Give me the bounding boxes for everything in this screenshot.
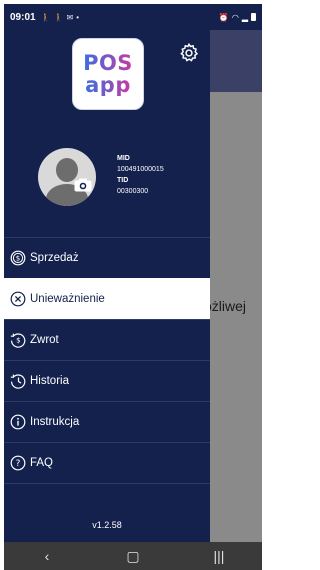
mid-value: 100491000015 [117, 166, 164, 173]
history-icon [10, 374, 26, 389]
phone-screen: 09:01 🚶 🚶 ✉ • ⏰ ◠ ▂ ożliwej POS app MID … [0, 0, 266, 570]
navigation-drawer: POS app MID 100491000015 TID 00300300 $ … [4, 30, 210, 542]
camera-icon[interactable] [74, 178, 92, 192]
system-nav-bar: ‹ ▢ ||| [4, 542, 262, 570]
menu-item-sprzedaz[interactable]: $ Sprzedaż [4, 237, 210, 278]
drawer-menu: $ Sprzedaż Unieważnienie $ Zwrot Histori… [4, 237, 210, 484]
coin-icon: $ [10, 250, 26, 266]
tid-label: TID [117, 177, 129, 184]
svg-text:$: $ [16, 337, 20, 345]
status-time: 09:01 [10, 11, 36, 23]
dot-icon: • [76, 12, 80, 22]
tid-value: 00300300 [117, 188, 149, 195]
home-button[interactable]: ▢ [113, 548, 153, 565]
mid-label: MID [117, 155, 130, 162]
menu-label-faq: FAQ [30, 457, 54, 469]
signal-icon: ▂ [241, 12, 248, 22]
menu-label-instrukcja: Instrukcja [30, 416, 80, 428]
menu-divider [4, 483, 210, 484]
merchant-info: MID 100491000015 TID 00300300 [117, 153, 164, 197]
recents-button[interactable]: ||| [199, 548, 239, 564]
alarm-icon: ⏰ [218, 12, 229, 22]
menu-item-instrukcja[interactable]: Instrukcja [4, 401, 210, 442]
back-button[interactable]: ‹ [27, 548, 67, 564]
background-screen: ożliwej [204, 30, 262, 542]
menu-item-zwrot[interactable]: $ Zwrot [4, 319, 210, 360]
person-walk-icon: 🚶 [40, 12, 51, 22]
menu-item-historia[interactable]: Historia [4, 360, 210, 401]
avatar[interactable] [38, 148, 96, 206]
svg-text:$: $ [16, 255, 20, 263]
svg-text:?: ? [16, 459, 21, 469]
logo-line-2: app [85, 73, 131, 97]
question-icon: ? [10, 455, 26, 471]
wifi-icon: ◠ [231, 12, 239, 22]
logo-line-1: POS [83, 51, 133, 75]
status-right-icons: ⏰ ◠ ▂ [219, 13, 256, 22]
message-icon: ✉ [66, 12, 74, 22]
background-header [210, 30, 262, 92]
refund-icon: $ [10, 333, 26, 348]
cancel-circle-icon [10, 291, 26, 307]
person-walk-icon: 🚶 [53, 12, 64, 22]
app-version: v1.2.58 [92, 520, 122, 530]
posapp-logo: POS app [72, 38, 144, 110]
background-partial-text: ożliwej [204, 298, 247, 314]
menu-label-zwrot: Zwrot [30, 334, 59, 346]
menu-label-historia: Historia [30, 375, 69, 387]
status-bar: 09:01 🚶 🚶 ✉ • ⏰ ◠ ▂ [4, 4, 262, 30]
gear-icon[interactable] [178, 42, 200, 64]
menu-item-uniewaznienie[interactable]: Unieważnienie [4, 278, 210, 319]
battery-icon [251, 13, 256, 21]
menu-label-sprzedaz: Sprzedaż [30, 252, 79, 264]
info-icon [10, 414, 26, 430]
menu-item-faq[interactable]: ? FAQ [4, 442, 210, 483]
menu-label-uniewaznienie: Unieważnienie [30, 293, 105, 305]
